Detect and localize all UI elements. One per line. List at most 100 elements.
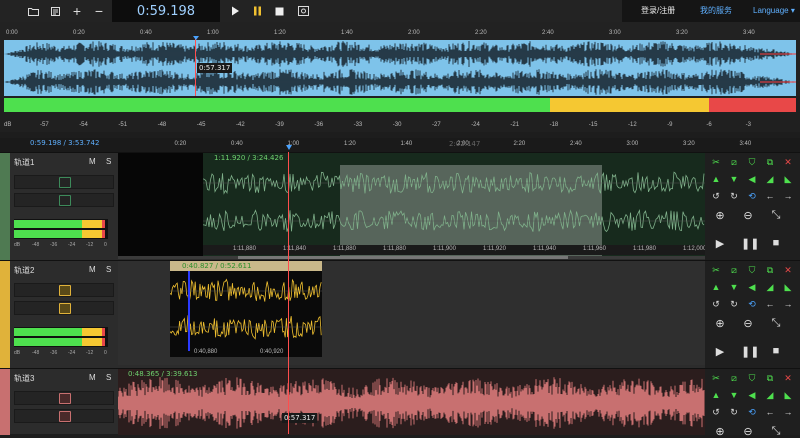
minus-icon[interactable]: − <box>88 0 110 22</box>
crop-icon[interactable]: ⧄ <box>727 157 741 168</box>
play-icon[interactable] <box>224 0 246 22</box>
volume-up-icon[interactable]: ▲ <box>709 390 723 400</box>
track-3-solo-button[interactable]: S <box>106 373 111 382</box>
undo-icon[interactable]: ↺ <box>709 407 723 418</box>
track-2-toggle-1[interactable] <box>59 285 71 296</box>
overview-waveform[interactable]: 0:00 0:20 0:40 1:00 1:20 1:40 2:00 2:20 2:40 3:00… <box>0 22 800 96</box>
track-1-volume-meter[interactable] <box>14 219 108 239</box>
loop-icon[interactable] <box>292 0 314 22</box>
track-2-solo-button[interactable]: S <box>106 265 111 274</box>
fade-out-icon[interactable]: ◣ <box>781 174 795 185</box>
volume-down-icon[interactable]: ▼ <box>727 174 741 184</box>
zoom-out-icon[interactable]: ⊖ <box>741 209 755 222</box>
pause-icon[interactable]: ❚❚ <box>741 237 759 250</box>
track-3-toggle-1[interactable] <box>59 393 71 404</box>
overview-playhead-marker[interactable] <box>193 36 199 40</box>
overview-ruler-label: 3:20 <box>676 30 688 36</box>
fade-in-icon[interactable]: ◢ <box>763 282 777 293</box>
volume-icon[interactable]: ◀ <box>745 390 759 401</box>
loop-icon[interactable]: ⟲ <box>745 191 759 202</box>
scissors-icon[interactable]: ✂ <box>709 157 723 168</box>
fit-icon[interactable]: ⤡ <box>769 209 783 222</box>
track-1-mute-button[interactable]: M <box>89 157 96 166</box>
loop-icon[interactable]: ⟲ <box>745 299 759 310</box>
fade-out-icon[interactable]: ◣ <box>781 390 795 401</box>
stop-icon[interactable]: ■ <box>769 237 783 249</box>
left-arrow-icon[interactable]: ← <box>763 407 777 417</box>
fit-icon[interactable]: ⤡ <box>769 317 783 330</box>
undo-icon[interactable]: ↺ <box>709 299 723 310</box>
vol-scale-label: -24 <box>68 350 76 356</box>
play-icon[interactable]: ▶ <box>713 237 727 250</box>
loop-icon[interactable]: ⟲ <box>745 407 759 418</box>
language-menu[interactable]: Language ▾ <box>753 0 795 22</box>
track-3-mute-button[interactable]: M <box>89 373 96 382</box>
pause-icon[interactable] <box>246 0 268 22</box>
left-arrow-icon[interactable]: ← <box>763 299 777 309</box>
undo-icon[interactable]: ↺ <box>709 191 723 202</box>
zoom-in-icon[interactable]: ⊕ <box>713 425 727 438</box>
redo-icon[interactable]: ↻ <box>727 191 741 202</box>
crop-icon[interactable]: ⧄ <box>727 265 741 276</box>
volume-down-icon[interactable]: ▼ <box>727 390 741 400</box>
right-arrow-icon[interactable]: → <box>781 407 795 417</box>
meter-scale-label: -42 <box>236 122 245 128</box>
copy-icon[interactable]: ⧉ <box>763 265 777 276</box>
track-2-mute-button[interactable]: M <box>89 265 96 274</box>
meter-scale-label: -18 <box>549 122 559 128</box>
stop-icon[interactable]: ■ <box>769 345 783 357</box>
fit-icon[interactable]: ⤡ <box>769 425 783 438</box>
list-icon[interactable] <box>44 0 66 22</box>
volume-down-icon[interactable]: ▼ <box>727 282 741 292</box>
volume-icon[interactable]: ◀ <box>745 174 759 185</box>
zoom-in-icon[interactable]: ⊕ <box>713 317 727 330</box>
track-1-lane[interactable]: 1:11.920 / 3:24.426 1:11,880 1:11,840 1:11… <box>118 153 706 257</box>
play-icon[interactable]: ▶ <box>713 345 727 358</box>
copy-icon[interactable]: ⧉ <box>763 157 777 168</box>
login-link[interactable]: 登录/注册 <box>641 0 675 22</box>
left-arrow-icon[interactable]: ← <box>763 191 777 201</box>
scissors-icon[interactable]: ✂ <box>709 265 723 276</box>
timeline-ruler[interactable]: 0:59.198 / 3:53.742 0:20 0:40 1:00 1:20 1:40… <box>0 138 800 152</box>
track-1-solo-button[interactable]: S <box>106 157 111 166</box>
volume-icon[interactable]: ◀ <box>745 282 759 293</box>
track-2-toggle-2[interactable] <box>59 303 71 314</box>
vol-yellow-b <box>82 338 102 346</box>
volume-up-icon[interactable]: ▲ <box>709 282 723 292</box>
zoom-out-icon[interactable]: ⊖ <box>741 317 755 330</box>
track-2-volume-meter[interactable] <box>14 327 108 347</box>
overview-ruler-label: 2:20 <box>475 30 487 36</box>
delete-icon[interactable]: ✕ <box>781 157 795 168</box>
pause-icon[interactable]: ❚❚ <box>741 345 759 358</box>
copy-icon[interactable]: ⧉ <box>763 373 777 384</box>
redo-icon[interactable]: ↻ <box>727 407 741 418</box>
timeline-ruler-label: 2:40 <box>570 141 582 147</box>
redo-icon[interactable]: ↻ <box>727 299 741 310</box>
scissors-icon[interactable]: ✂ <box>709 373 723 384</box>
track-2-lane[interactable]: 0:40.827 / 0:52.611 0:40,880 0:40,920 <box>118 261 705 365</box>
plus-icon[interactable]: + <box>66 0 88 22</box>
fade-out-icon[interactable]: ◣ <box>781 282 795 293</box>
track-1-toggle-2[interactable] <box>59 195 71 206</box>
timeline-playhead-marker[interactable] <box>286 145 292 150</box>
right-arrow-icon[interactable]: → <box>781 299 795 309</box>
track-3-lane[interactable]: 0:48.365 / 3:39.613 0:57.317 <box>118 369 705 435</box>
fade-in-icon[interactable]: ◢ <box>763 174 777 185</box>
folder-open-icon[interactable] <box>22 0 44 22</box>
my-services-link[interactable]: 我的服务 <box>700 0 732 22</box>
right-arrow-icon[interactable]: → <box>781 191 795 201</box>
delete-icon[interactable]: ✕ <box>781 265 795 276</box>
shield-icon[interactable]: ⛉ <box>745 157 759 168</box>
zoom-out-icon[interactable]: ⊖ <box>741 425 755 438</box>
volume-up-icon[interactable]: ▲ <box>709 174 723 184</box>
track-1-scrollbar[interactable] <box>118 256 705 259</box>
shield-icon[interactable]: ⛉ <box>745 265 759 276</box>
fade-in-icon[interactable]: ◢ <box>763 390 777 401</box>
delete-icon[interactable]: ✕ <box>781 373 795 384</box>
track-3-toggle-2[interactable] <box>59 411 71 422</box>
zoom-in-icon[interactable]: ⊕ <box>713 209 727 222</box>
crop-icon[interactable]: ⧄ <box>727 373 741 384</box>
shield-icon[interactable]: ⛉ <box>745 373 759 384</box>
stop-icon[interactable] <box>268 0 290 22</box>
track-1-toggle-1[interactable] <box>59 177 71 188</box>
